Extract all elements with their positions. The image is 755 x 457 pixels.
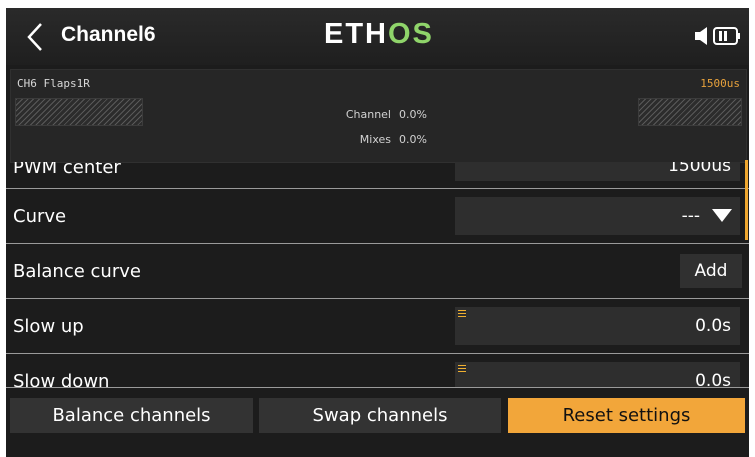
battery-icon [713, 27, 740, 45]
reset-settings-button[interactable]: Reset settings [508, 398, 745, 433]
channel-meter-value: 0.0% [399, 108, 427, 121]
slow-down-row: Slow down 0.0s [6, 354, 749, 388]
curve-dropdown[interactable]: --- [455, 197, 740, 235]
settings-list[interactable]: PWM center 1500us Curve --- Balance curv… [6, 162, 749, 388]
slow-down-value: 0.0s [695, 371, 731, 388]
channel-meter-label: Channel [345, 108, 391, 121]
swap-channels-button[interactable]: Swap channels [259, 398, 501, 433]
slow-up-value: 0.0s [695, 316, 731, 336]
slider-handle-icon [458, 310, 466, 317]
back-button[interactable] [20, 20, 50, 54]
radio-screen: Channel6 ETHOS CH6 Flaps1R 1500us Channe… [6, 8, 749, 457]
output-limit-bar-left [15, 98, 143, 126]
dropdown-triangle-icon [712, 209, 732, 222]
curve-row: Curve --- [6, 189, 749, 244]
channel-output-panel: CH6 Flaps1R 1500us Channel 0.0% Mixes 0.… [10, 69, 747, 163]
curve-value: --- [681, 206, 700, 226]
curve-label: Curve [13, 206, 67, 227]
slow-up-label: Slow up [13, 316, 84, 337]
channel-name: CH6 Flaps1R [17, 77, 90, 90]
logo-text-left: ETH [324, 18, 388, 50]
add-balance-curve-button[interactable]: Add [680, 254, 742, 288]
mixes-meter-label: Mixes [359, 133, 391, 146]
speaker-icon[interactable] [695, 26, 709, 46]
slider-handle-icon [458, 365, 466, 372]
balance-channels-button[interactable]: Balance channels [10, 398, 253, 433]
page-title: Channel6 [61, 23, 156, 46]
list-divider [6, 387, 749, 388]
back-chevron-icon [27, 23, 42, 51]
ethos-logo: ETHOS [324, 19, 434, 49]
output-limit-bar-right [638, 98, 742, 126]
pwm-center-label: PWM center [13, 162, 121, 178]
bottom-button-bar: Balance channels Swap channels Reset set… [6, 390, 749, 457]
slow-down-field[interactable]: 0.0s [455, 362, 740, 388]
pwm-center-value: 1500us [668, 162, 731, 176]
balance-curve-row: Balance curve Add [6, 244, 749, 299]
balance-curve-label: Balance curve [13, 261, 141, 282]
header-bar: Channel6 ETHOS [6, 8, 749, 65]
list-scrollbar[interactable] [745, 160, 748, 240]
pwm-center-field[interactable]: 1500us [455, 162, 740, 181]
slow-down-label: Slow down [13, 371, 110, 388]
pwm-center-row: PWM center 1500us [6, 162, 749, 189]
slow-up-field[interactable]: 0.0s [455, 307, 740, 345]
channel-output-value: 1500us [700, 77, 740, 90]
mixes-meter-value: 0.0% [399, 133, 427, 146]
slow-up-row: Slow up 0.0s [6, 299, 749, 354]
status-icons [695, 22, 741, 50]
logo-text-right: OS [388, 18, 434, 50]
